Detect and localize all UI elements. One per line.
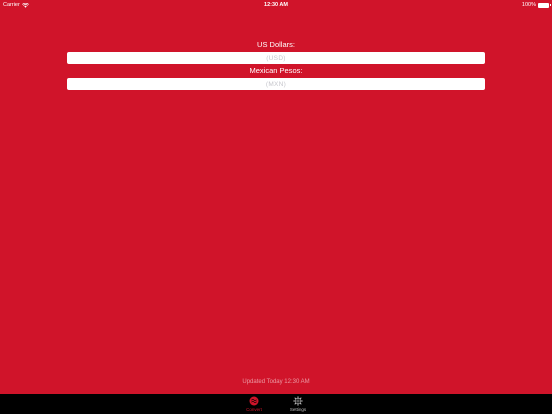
usd-label: US Dollars: (257, 40, 295, 49)
tab-settings-label: Settings (289, 407, 307, 412)
gear-icon (293, 396, 303, 406)
mxn-label: Mexican Pesos: (249, 66, 303, 75)
tab-convert-label: Convert (246, 407, 262, 412)
usd-input[interactable] (67, 52, 485, 64)
status-bar: Carrier 12:30 AM 100% (0, 0, 552, 10)
mxn-input[interactable] (67, 78, 485, 90)
tab-bar: Convert Settings (0, 394, 552, 414)
battery-icon (538, 2, 551, 8)
tab-convert[interactable]: Convert (237, 396, 271, 412)
convert-icon (249, 396, 259, 406)
status-time: 12:30 AM (264, 2, 288, 8)
battery-percent: 100% (521, 2, 536, 8)
status-right: 100% (521, 0, 551, 10)
tab-settings[interactable]: Settings (281, 396, 315, 412)
updated-timestamp: Updated Today 12:30 AM (242, 379, 310, 385)
